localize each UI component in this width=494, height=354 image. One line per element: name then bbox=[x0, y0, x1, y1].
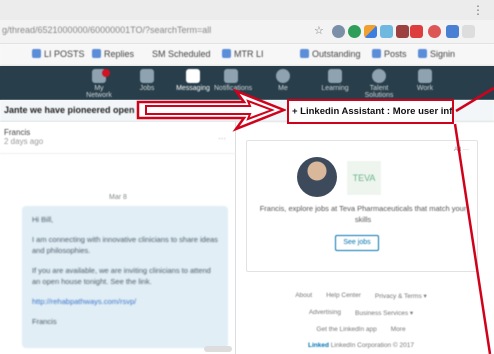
compass-icon bbox=[372, 69, 386, 83]
footer-link[interactable]: Advertising bbox=[309, 309, 341, 317]
bookmark-item[interactable]: SM Scheduled bbox=[152, 49, 211, 59]
footer-link[interactable]: Business Services ▾ bbox=[355, 309, 413, 317]
bookmark-item[interactable]: MTR LI bbox=[222, 49, 264, 59]
bookmark-item[interactable]: Signin bbox=[418, 49, 455, 59]
bookmarks-bar: LI POSTS Replies SM Scheduled MTR LI Out… bbox=[0, 44, 494, 66]
extension-icon[interactable] bbox=[446, 25, 459, 38]
bookmark-item[interactable]: Posts bbox=[372, 49, 407, 59]
browser-titlebar: ⋮ bbox=[0, 0, 494, 20]
footer-link[interactable]: More bbox=[391, 326, 406, 333]
message-bubble: Hi Bill, I am connecting with innovative… bbox=[22, 206, 228, 348]
annotation-arrow-icon bbox=[136, 88, 286, 132]
contact-subtitle: 2 days ago bbox=[4, 137, 44, 146]
extension-icon[interactable] bbox=[380, 25, 393, 38]
scroll-indicator[interactable] bbox=[204, 346, 232, 352]
bookmark-item[interactable]: LI POSTS bbox=[32, 49, 85, 59]
page-footer: About Help Center Privacy & Terms ▾ Adve… bbox=[256, 292, 466, 354]
bookmark-icon bbox=[92, 49, 101, 58]
extension-icon[interactable] bbox=[462, 25, 475, 38]
extension-icon[interactable] bbox=[410, 25, 423, 38]
address-bar[interactable]: g/thread/6521000000/60000001TO/?searchTe… bbox=[2, 25, 302, 40]
job-ad-description: Francis, explore jobs at Teva Pharmaceut… bbox=[259, 204, 467, 224]
extension-icon[interactable] bbox=[428, 25, 441, 38]
nav-talent-solutions[interactable]: Talent Solutions bbox=[362, 69, 396, 99]
bookmark-star-icon[interactable]: ☆ bbox=[314, 24, 327, 37]
footer-link[interactable]: Help Center bbox=[326, 292, 361, 300]
copyright-text: LinkedIn Corporation © 2017 bbox=[330, 342, 414, 349]
footer-link[interactable]: Get the LinkedIn app bbox=[316, 326, 376, 333]
browser-toolbar: g/thread/6521000000/60000001TO/?searchTe… bbox=[0, 20, 494, 44]
linkedin-logo: Linked bbox=[308, 342, 329, 349]
ad-label[interactable]: Ad ··· bbox=[454, 147, 469, 153]
grid-icon bbox=[418, 69, 432, 83]
bookmark-item[interactable]: Replies bbox=[92, 49, 134, 59]
job-ad-card: Ad ··· TEVA Francis, explore jobs at Tev… bbox=[246, 140, 478, 272]
bookmark-icon bbox=[32, 49, 41, 58]
footer-link[interactable]: Privacy & Terms ▾ bbox=[375, 292, 427, 300]
footer-link[interactable]: About bbox=[295, 292, 312, 300]
bookmark-icon bbox=[372, 49, 381, 58]
bookmark-item[interactable]: Outstanding bbox=[300, 49, 361, 59]
avatar-icon bbox=[276, 69, 290, 83]
assistant-annotation-label: + Linkedin Assistant : More user info... bbox=[287, 99, 454, 124]
extension-icon[interactable] bbox=[348, 25, 361, 38]
company-logo: TEVA bbox=[347, 161, 381, 195]
nav-my-network[interactable]: My Network bbox=[82, 69, 116, 99]
bookmark-icon bbox=[300, 49, 309, 58]
message-signoff: Francis bbox=[32, 317, 57, 326]
date-divider: Mar 8 bbox=[109, 194, 127, 201]
nav-work[interactable]: Work bbox=[408, 69, 442, 92]
notification-badge bbox=[102, 69, 110, 77]
extension-icon[interactable] bbox=[364, 25, 377, 38]
message-paragraph: I am connecting with innovative clinicia… bbox=[32, 235, 218, 255]
bookmark-icon bbox=[418, 49, 427, 58]
messaging-panel: Francis 2 days ago ··· Mar 8 Hi Bill, I … bbox=[0, 122, 236, 354]
message-paragraph: Hi Bill, bbox=[32, 215, 54, 224]
see-jobs-button[interactable]: See jobs bbox=[335, 235, 379, 251]
learning-icon bbox=[328, 69, 342, 83]
message-icon bbox=[186, 69, 200, 83]
nav-learning[interactable]: Learning bbox=[318, 69, 352, 92]
message-paragraph: If you are available, we are inviting cl… bbox=[32, 266, 211, 286]
browser-menu-icon[interactable]: ⋮ bbox=[472, 3, 484, 17]
message-link[interactable]: http://rehabpathways.com/rsvp/ bbox=[32, 296, 218, 307]
bookmark-icon bbox=[222, 49, 231, 58]
extension-icon[interactable] bbox=[332, 25, 345, 38]
briefcase-icon bbox=[140, 69, 154, 83]
more-options-icon[interactable]: ··· bbox=[218, 134, 226, 143]
extension-icon[interactable] bbox=[396, 25, 409, 38]
bell-icon bbox=[224, 69, 238, 83]
profile-avatar bbox=[297, 157, 337, 197]
